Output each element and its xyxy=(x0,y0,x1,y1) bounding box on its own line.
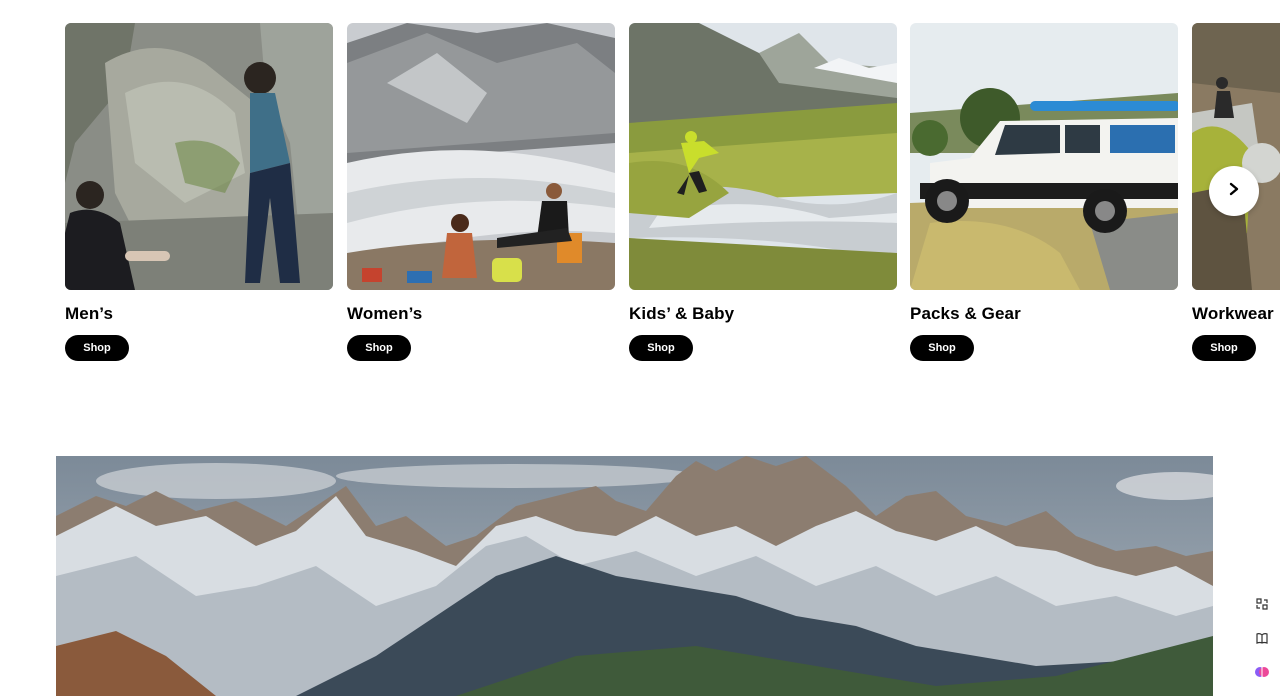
category-card-mens[interactable]: Men’s Shop xyxy=(65,23,333,361)
category-card-packs-gear[interactable]: Packs & Gear Shop xyxy=(910,23,1178,361)
category-title[interactable]: Kids’ & Baby xyxy=(629,304,897,324)
category-title[interactable]: Men’s xyxy=(65,304,333,324)
category-image-workwear[interactable] xyxy=(1192,23,1280,290)
shop-mens-button[interactable]: Shop xyxy=(65,335,129,361)
shop-workwear-button[interactable]: Shop xyxy=(1192,335,1256,361)
shop-womens-button[interactable]: Shop xyxy=(347,335,411,361)
shop-kids-baby-button[interactable]: Shop xyxy=(629,335,693,361)
book-icon[interactable] xyxy=(1248,624,1276,652)
shop-packs-gear-button[interactable]: Shop xyxy=(910,335,974,361)
category-image-mens[interactable] xyxy=(65,23,333,290)
category-card-kids-baby[interactable]: Kids’ & Baby Shop xyxy=(629,23,897,361)
category-title[interactable]: Packs & Gear xyxy=(910,304,1178,324)
chevron-right-icon xyxy=(1227,182,1241,201)
category-image-womens[interactable] xyxy=(347,23,615,290)
category-card-womens[interactable]: Women’s Shop xyxy=(347,23,615,361)
side-toolbar xyxy=(1248,590,1278,692)
category-title[interactable]: Women’s xyxy=(347,304,615,324)
category-image-kids-baby[interactable] xyxy=(629,23,897,290)
carousel-next-button[interactable] xyxy=(1209,166,1259,216)
category-image-packs-gear[interactable] xyxy=(910,23,1178,290)
translate-icon[interactable] xyxy=(1248,590,1276,618)
category-carousel: Men’s Shop Women’s Shop Kids’ & Baby Sho… xyxy=(0,0,1280,380)
brain-icon[interactable] xyxy=(1248,658,1276,686)
category-title[interactable]: Workwear xyxy=(1192,304,1280,324)
hero-banner-image[interactable] xyxy=(56,456,1213,696)
